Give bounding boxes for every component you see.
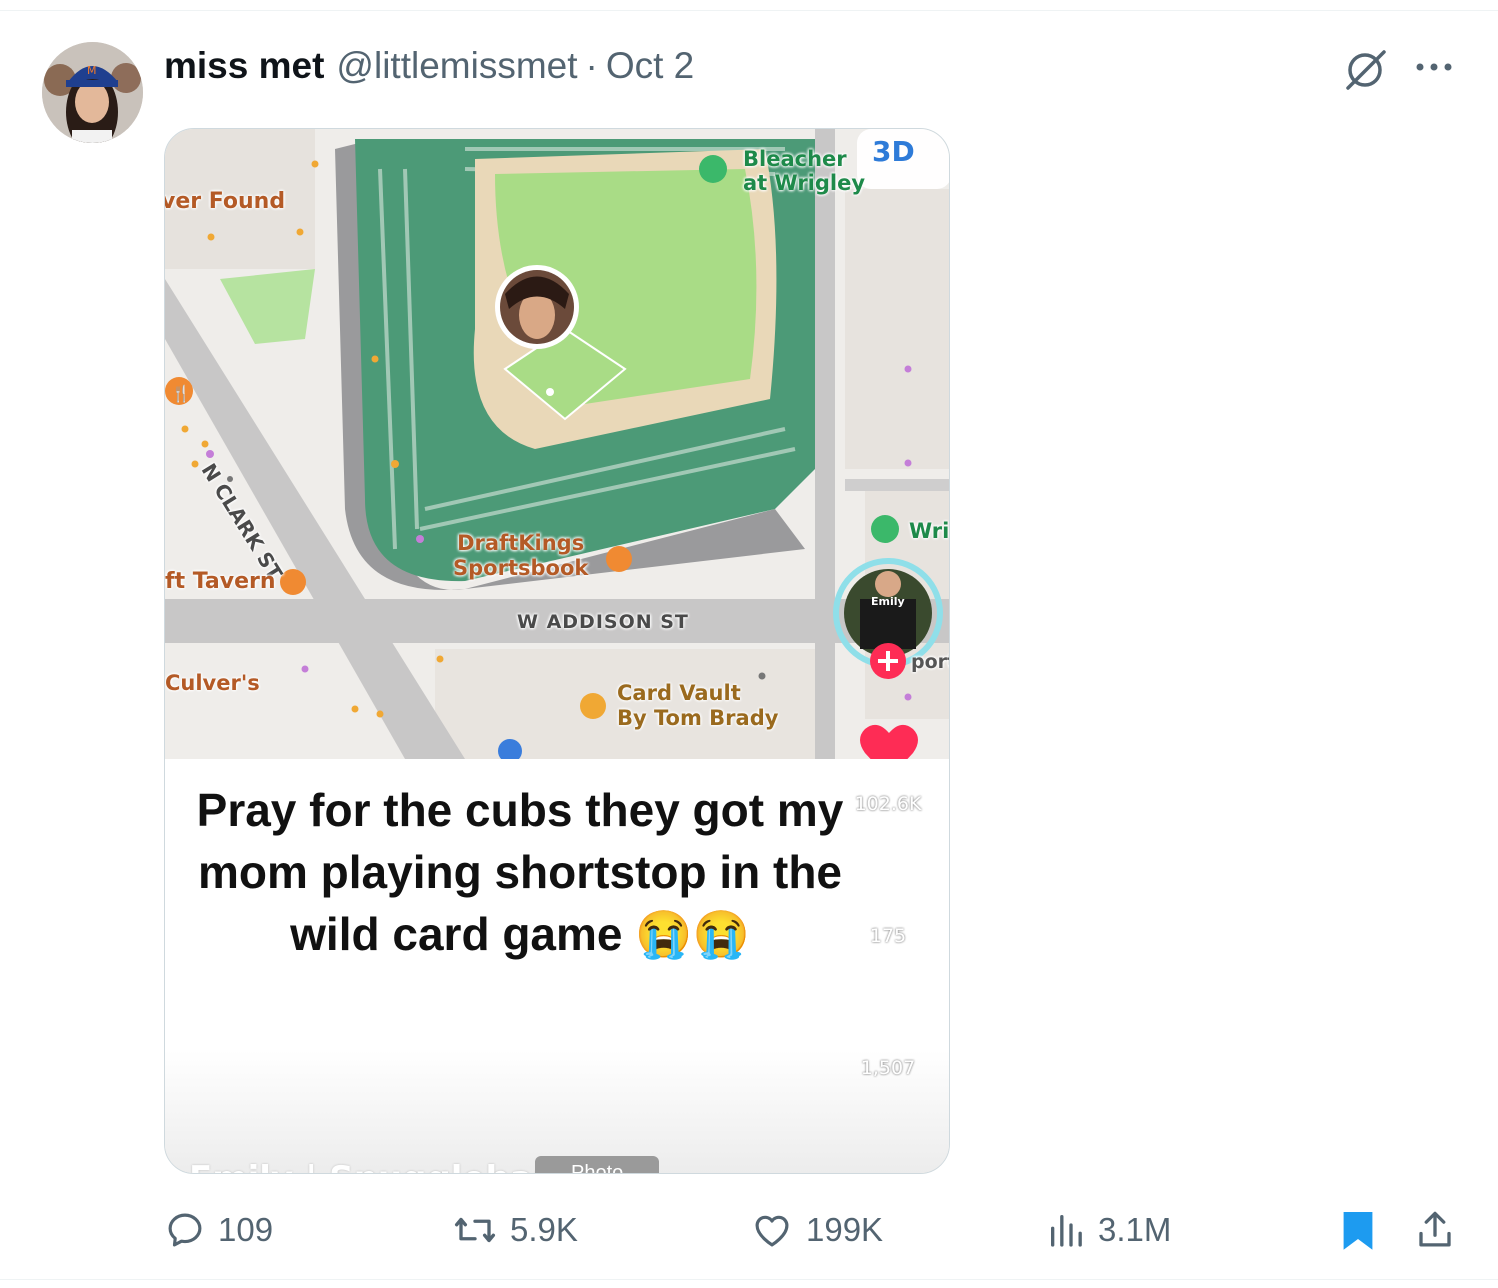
like-button[interactable]: 199K bbox=[750, 1200, 883, 1260]
map-label-draftkings-line2: Sportsbook bbox=[453, 556, 589, 580]
map-label-draftkings: DraftKings Sportsbook bbox=[453, 531, 588, 581]
like-count: 199K bbox=[806, 1211, 884, 1248]
repost-icon bbox=[454, 1217, 496, 1243]
tweet-header: miss met @littlemissmet · Oct 2 bbox=[164, 44, 694, 88]
map-label-bleacher-line1: Bleacher bbox=[743, 147, 847, 171]
tweet-media-photo[interactable]: 🍴 ver Found Bleacher at Wrigley 3D N CLA… bbox=[164, 128, 950, 1174]
header-separator: · bbox=[585, 45, 598, 86]
author-name[interactable]: miss met bbox=[164, 45, 324, 87]
map-label-card-vault: Card Vault By Tom Brady bbox=[617, 681, 778, 731]
map-label-draftkings-line1: DraftKings bbox=[457, 531, 585, 555]
bookmark-button[interactable] bbox=[1340, 1200, 1388, 1260]
bookmark-icon bbox=[1343, 1212, 1373, 1250]
tweet-action-bar: 109 5.9K 199K 3.1M bbox=[0, 1200, 1498, 1260]
tiktok-saves-count: 1,507 bbox=[860, 1057, 916, 1079]
video-caption: Pray for the cubs they got my mom playin… bbox=[196, 784, 844, 960]
author-avatar[interactable]: M bbox=[42, 42, 143, 143]
map-label-bleacher-line2: at Wrigley bbox=[743, 171, 866, 195]
views-count: 3.1M bbox=[1098, 1211, 1172, 1248]
heart-icon bbox=[755, 1215, 789, 1247]
tiktok-likes-count: 102.6K bbox=[854, 793, 922, 815]
photo-tag: Photo bbox=[535, 1156, 659, 1173]
views-button[interactable]: 3.1M bbox=[1046, 1200, 1171, 1260]
tiktok-comments-count: 175 bbox=[869, 925, 907, 947]
reply-count: 109 bbox=[218, 1211, 274, 1248]
map-label-ever-found: ver Found bbox=[164, 189, 286, 214]
map-label-card-vault-line1: Card Vault bbox=[617, 681, 741, 705]
repost-count: 5.9K bbox=[510, 1211, 578, 1248]
map-label-bleacher: Bleacher at Wrigley bbox=[743, 147, 865, 195]
map-label-port: port bbox=[911, 651, 949, 673]
grok-icon[interactable] bbox=[1340, 48, 1390, 92]
repost-button[interactable]: 5.9K bbox=[452, 1200, 578, 1260]
map-label-card-vault-line2: By Tom Brady bbox=[617, 706, 779, 730]
reply-button[interactable]: 109 bbox=[164, 1200, 273, 1260]
tweet-date[interactable]: Oct 2 bbox=[606, 45, 694, 87]
share-button[interactable] bbox=[1414, 1200, 1468, 1260]
map-3d-button[interactable]: 3D bbox=[872, 135, 915, 168]
more-options-icon[interactable] bbox=[1410, 52, 1458, 82]
map-label-addison-st: W ADDISON ST bbox=[517, 611, 689, 633]
author-handle[interactable]: @littlemissmet bbox=[336, 45, 577, 87]
profile-shirt-text: Emily bbox=[871, 595, 905, 608]
svg-text:🍴: 🍴 bbox=[171, 384, 191, 403]
views-icon bbox=[1051, 1215, 1082, 1247]
map-label-tavern: ft Tavern bbox=[165, 569, 276, 594]
map-label-culvers: Culver's bbox=[165, 671, 260, 695]
svg-text:M: M bbox=[87, 64, 97, 77]
share-icon bbox=[1419, 1211, 1451, 1247]
reply-icon bbox=[168, 1213, 202, 1247]
map-label-wri: Wri bbox=[909, 519, 950, 543]
